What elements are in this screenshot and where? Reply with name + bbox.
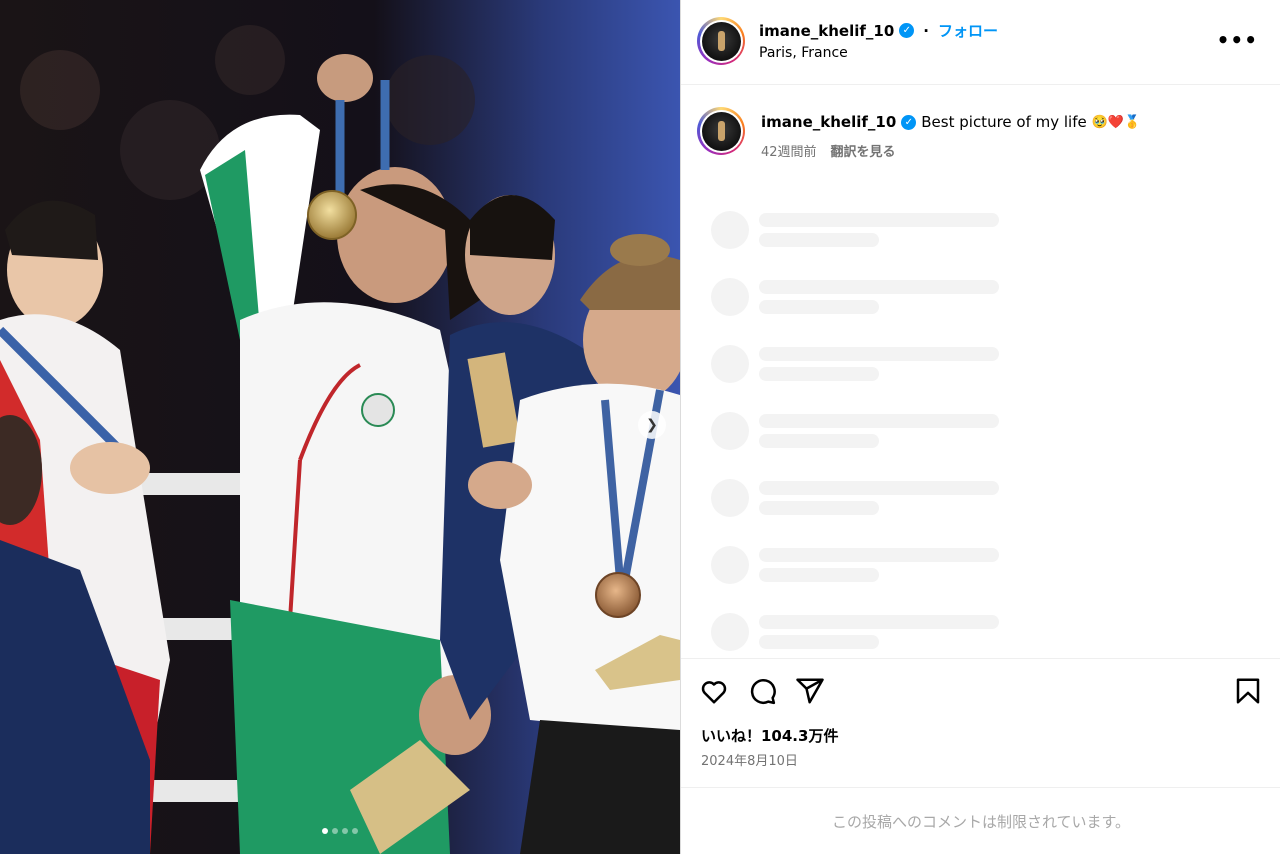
time-ago[interactable]: 42週間前: [761, 141, 817, 160]
carousel-next-button[interactable]: ❯: [638, 411, 666, 439]
header-user-row: imane_khelif_10 ✓ · フォロー: [759, 20, 998, 41]
heart-icon[interactable]: [699, 676, 729, 706]
carousel-dot: [342, 828, 348, 834]
comments-restricted-notice: この投稿へのコメントは制限されています。: [681, 787, 1280, 854]
comment-skeleton: [711, 544, 1001, 584]
carousel-dot: [322, 828, 328, 834]
comment-skeleton: [711, 209, 1001, 249]
avatar[interactable]: [697, 17, 745, 65]
action-bar: いいね！104.3万件 2024年8月10日: [681, 658, 1280, 786]
verified-badge-icon: ✓: [899, 23, 915, 38]
carousel-indicators: [0, 828, 680, 834]
bookmark-icon[interactable]: [1233, 676, 1263, 706]
caption-emojis: 🥹❤️🥇: [1091, 114, 1141, 130]
post-side-panel: imane_khelif_10 ✓ · フォロー Paris, France •…: [680, 0, 1280, 854]
follow-button[interactable]: フォロー: [938, 20, 998, 41]
caption-avatar[interactable]: [697, 107, 745, 155]
carousel-dot: [332, 828, 338, 834]
caption-line: imane_khelif_10 ✓ Best picture of my lif…: [761, 113, 1140, 131]
carousel-dot: [352, 828, 358, 834]
translate-link[interactable]: 翻訳を見る: [831, 141, 896, 160]
caption-username[interactable]: imane_khelif_10: [761, 113, 896, 131]
post-photo[interactable]: ❯: [0, 0, 680, 854]
header-username[interactable]: imane_khelif_10: [759, 22, 894, 40]
caption-text: Best picture of my life: [921, 113, 1087, 131]
more-options-icon[interactable]: •••: [1217, 28, 1258, 52]
photo-illustration: [0, 0, 680, 854]
caption: imane_khelif_10 ✓ Best picture of my lif…: [681, 85, 1280, 175]
chevron-right-icon: ❯: [646, 417, 658, 433]
caption-meta: 42週間前 翻訳を見る: [761, 141, 896, 160]
location-link[interactable]: Paris, France: [759, 45, 848, 61]
post-header: imane_khelif_10 ✓ · フォロー Paris, France •…: [681, 0, 1280, 85]
verified-badge-icon: ✓: [901, 114, 917, 130]
likes-count[interactable]: いいね！104.3万件: [701, 725, 838, 746]
post-date[interactable]: 2024年8月10日: [701, 750, 798, 769]
comment-skeleton: [711, 276, 1001, 316]
comment-skeleton: [711, 477, 1001, 517]
comment-skeleton: [711, 611, 1001, 651]
separator-dot: ·: [923, 21, 929, 40]
paper-plane-icon[interactable]: [795, 676, 825, 706]
comment-bubble-icon[interactable]: [747, 676, 777, 706]
comment-skeleton: [711, 410, 1001, 450]
comment-skeleton: [711, 343, 1001, 383]
